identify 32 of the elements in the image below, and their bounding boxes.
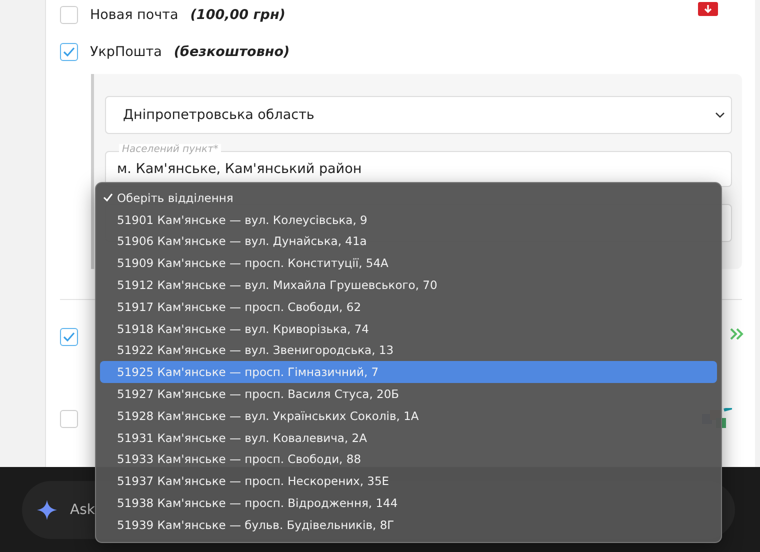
branch-option[interactable]: 51939 Кам'янське — бульв. Будівельників, 8Г — [100, 514, 717, 536]
branch-option[interactable]: 51925 Кам'янське — просп. Гімназичний, 7 — [100, 361, 717, 384]
option-label: УкрПошта — [90, 44, 162, 60]
field-label: Населений пункт* — [119, 144, 222, 156]
branch-option[interactable]: 51931 Кам'янське — вул. Ковалевича, 2А — [100, 426, 717, 449]
branch-option[interactable]: 51912 Кам'янське — вул. Михайла Грушевського, 70 — [100, 274, 717, 296]
region-select[interactable]: Дніпропетровська область — [105, 96, 732, 134]
branch-option[interactable]: 51901 Кам'янське — вул. Колеусівська, 9 — [100, 208, 717, 231]
option-label: Новая почта — [90, 7, 178, 23]
branch-option[interactable]: 51928 Кам'янське — вул. Українських Соколів, 1А — [100, 404, 717, 427]
branch-option[interactable]: 51922 Кам'янське — вул. Звенигородська, 13 — [100, 340, 717, 362]
branch-option[interactable]: 51927 Кам'янське — просп. Василя Стуса, 20Б — [100, 383, 717, 405]
branch-option[interactable]: 51938 Кам'янське — просп. Відродження, 144 — [100, 492, 717, 514]
checkmark-icon — [63, 47, 75, 57]
branch-option[interactable]: 51917 Кам'янське — просп. Свободи, 62 — [100, 296, 717, 318]
double-chevron-icon — [730, 328, 744, 340]
branch-option[interactable]: Оберіть відділення — [100, 187, 717, 209]
branch-option[interactable]: 51933 Кам'янське — просп. Свободи, 88 — [100, 448, 717, 470]
checkbox[interactable] — [60, 43, 78, 61]
option-price: (безкоштовно) — [174, 44, 290, 60]
chevron-down-icon — [715, 112, 725, 118]
branch-option[interactable]: 51937 Кам'янське — просп. Нескорених, 35Е — [100, 470, 717, 492]
branch-option[interactable]: 51918 Кам'янське — вул. Криворізька, 74 — [100, 318, 717, 340]
checkmark-icon — [103, 193, 113, 202]
branch-option[interactable]: 51906 Кам'янське — вул. Дунайська, 41а — [100, 230, 717, 252]
checkmark-icon — [63, 332, 75, 342]
checkbox[interactable] — [60, 6, 78, 24]
checkbox[interactable] — [60, 328, 78, 346]
option-price: (100,00 грн) — [190, 7, 286, 23]
checkbox[interactable] — [60, 410, 78, 428]
sparkle-icon — [36, 498, 58, 520]
branch-option[interactable]: 51909 Кам'янське — просп. Конституції, 54А — [100, 252, 717, 274]
